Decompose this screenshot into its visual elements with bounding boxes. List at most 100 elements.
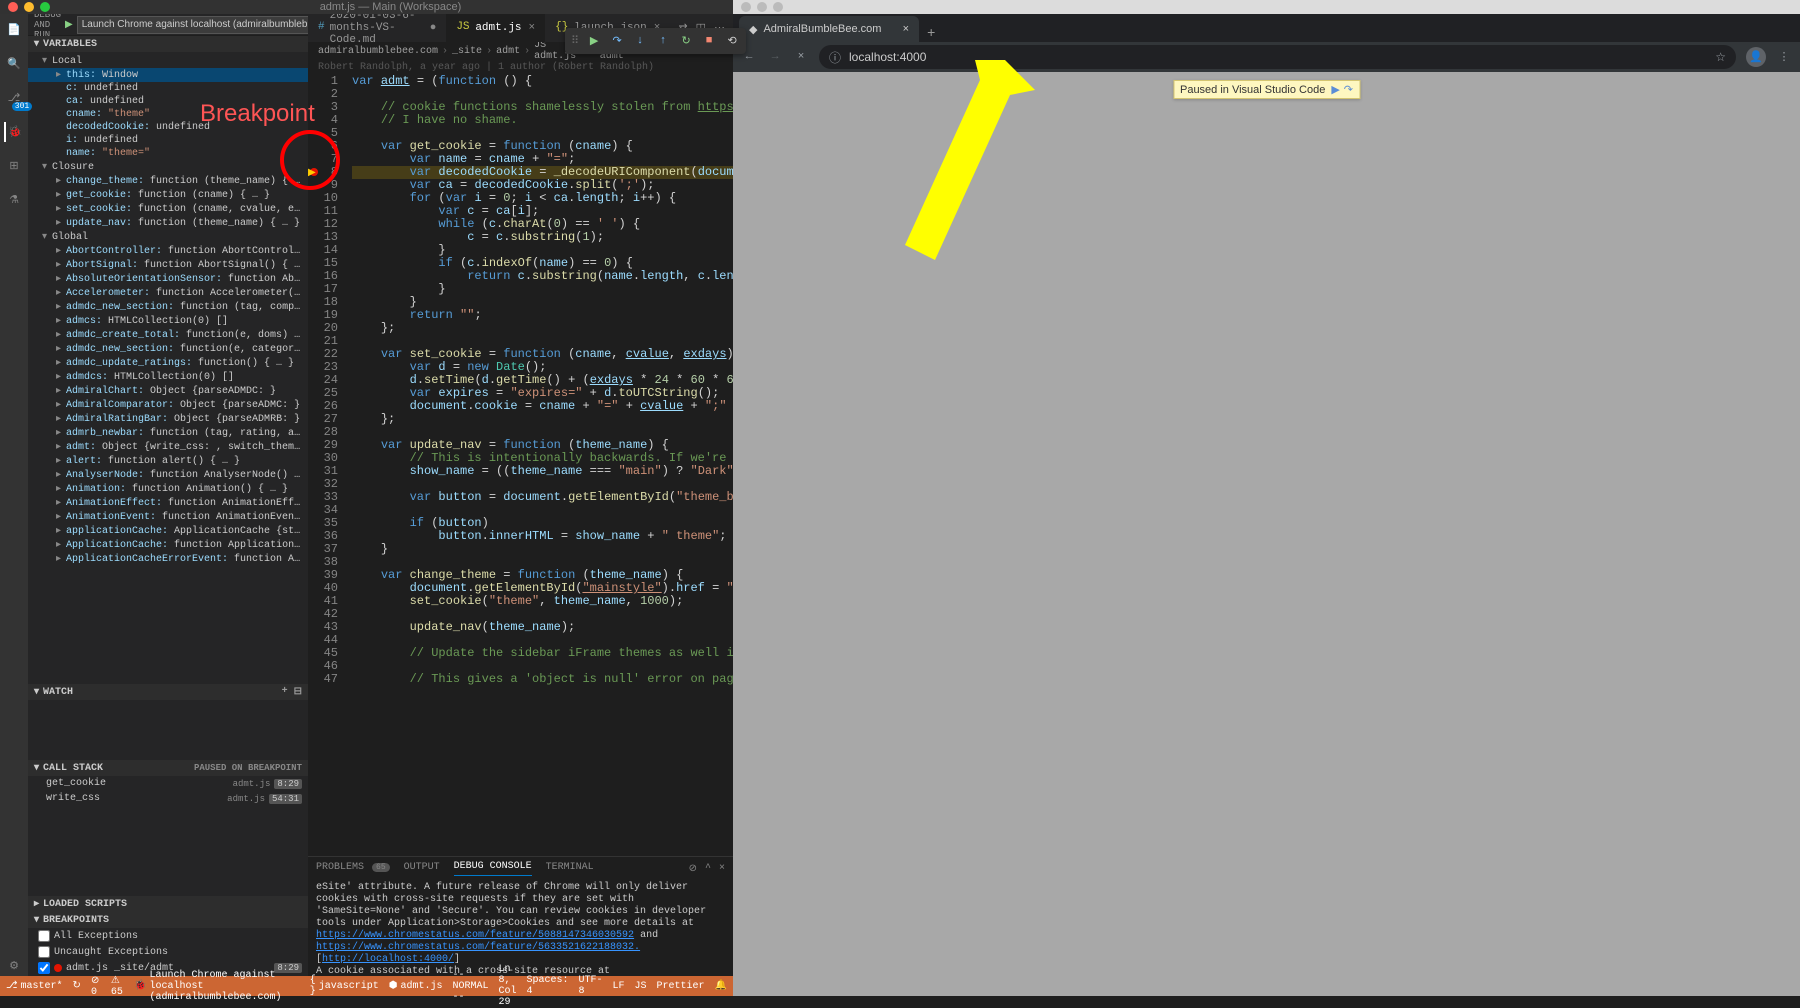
code-line[interactable]: }; — [352, 413, 733, 426]
variable-row[interactable]: ▸AbortSignal: function AbortSignal() { …… — [28, 258, 308, 272]
extensions-icon[interactable]: ⊞ — [4, 156, 24, 176]
callstack-section-header[interactable]: ▾CALL STACK PAUSED ON BREAKPOINT — [28, 760, 308, 776]
address-bar[interactable]: ⓘ localhost:4000 ☆ — [819, 45, 1736, 69]
eol-status[interactable]: LF — [613, 964, 625, 1008]
variable-row[interactable]: ▸admdc_create_total: function(e, doms) {… — [28, 328, 308, 342]
breadcrumb-item[interactable]: admt — [496, 46, 520, 57]
mac-minimize-button[interactable] — [24, 2, 34, 12]
problems-tab[interactable]: PROBLEMS 65 — [316, 862, 390, 876]
variable-row[interactable]: cname: "theme" — [28, 108, 308, 121]
site-info-icon[interactable]: ⓘ — [829, 49, 841, 66]
variable-row[interactable]: name: "theme=" — [28, 147, 308, 160]
bookmark-icon[interactable]: ☆ — [1715, 50, 1726, 64]
profile-avatar[interactable]: 👤 — [1746, 47, 1766, 67]
reload-button[interactable]: × — [793, 51, 809, 63]
callstack-frame[interactable]: write_cssadmt.js54:31 — [28, 791, 308, 806]
output-tab[interactable]: OUTPUT — [404, 862, 440, 876]
scope-global[interactable]: ▾Global — [28, 230, 308, 244]
variable-row[interactable]: ▸ApplicationCacheErrorEvent: function Ap… — [28, 552, 308, 566]
new-tab-button[interactable]: + — [919, 26, 943, 42]
browser-close-button[interactable] — [741, 2, 751, 12]
breakpoint-all-exceptions[interactable]: All Exceptions — [28, 928, 308, 944]
mac-close-button[interactable] — [8, 2, 18, 12]
variable-row[interactable]: ▸AdmiralComparator: Object {parseADMC: } — [28, 398, 308, 412]
variable-row[interactable]: ▸admrb_newbar: function (tag, rating, al… — [28, 426, 308, 440]
variable-row[interactable]: ▸admdcs: HTMLCollection(0) [] — [28, 370, 308, 384]
variable-row[interactable]: ▸AdmiralRatingBar: Object {parseADMRB: } — [28, 412, 308, 426]
uncaught-exceptions-checkbox[interactable] — [38, 946, 50, 958]
variable-row[interactable]: i: undefined — [28, 134, 308, 147]
variable-row[interactable]: c: undefined — [28, 82, 308, 95]
variable-row[interactable]: ▸get_cookie: function (cname) { … } — [28, 188, 308, 202]
encoding-status[interactable]: UTF-8 — [578, 964, 602, 1008]
variable-row[interactable]: ▸update_nav: function (theme_name) { … } — [28, 216, 308, 230]
overlay-step-icon[interactable]: ↷ — [1344, 83, 1353, 96]
code-line[interactable]: // This gives a 'object is null' error o… — [352, 673, 733, 686]
variable-row[interactable]: ▸ApplicationCache: function ApplicationC… — [28, 538, 308, 552]
filetype-status[interactable]: JS — [635, 964, 647, 1008]
code-line[interactable]: var button = document.getElementById("th… — [352, 491, 733, 504]
breadcrumb-item[interactable]: admiralbumblebee.com — [318, 46, 438, 57]
code-editor[interactable]: 12345678▶9101112131415161718192021222324… — [308, 75, 733, 856]
code-line[interactable]: set_cookie("theme", theme_name, 1000); — [352, 595, 733, 608]
variables-section-header[interactable]: ▾VARIABLES — [28, 36, 308, 52]
explorer-icon[interactable]: 📄 — [4, 20, 24, 40]
editor-tab[interactable]: JSadmt.js× — [446, 14, 545, 42]
variable-row[interactable]: ▸change_theme: function (theme_name) { …… — [28, 174, 308, 188]
breakpoints-section-header[interactable]: ▾BREAKPOINTS — [28, 912, 308, 928]
debug-session-status[interactable]: 🐞 Launch Chrome against localhost (admir… — [134, 970, 300, 1003]
line-number[interactable]: 47 — [308, 673, 338, 686]
language-status[interactable]: { } javascript — [310, 975, 379, 997]
start-debug-icon[interactable]: ▶ — [65, 19, 73, 31]
settings-gear-icon[interactable]: ⚙ — [4, 956, 24, 976]
browser-tab-close-icon[interactable]: × — [903, 23, 909, 35]
browser-maximize-button[interactable] — [773, 2, 783, 12]
warnings-status[interactable]: ⚠ 65 — [111, 975, 124, 998]
variable-row[interactable]: ▸alert: function alert() { … } — [28, 454, 308, 468]
variable-row[interactable]: ▸set_cookie: function (cname, cvalue, ex… — [28, 202, 308, 216]
clear-console-icon[interactable]: ⊘ — [689, 863, 697, 875]
callstack-frame[interactable]: get_cookieadmt.js8:29 — [28, 776, 308, 791]
code-line[interactable]: button.innerHTML = show_name + " theme"; — [352, 530, 733, 543]
breadcrumb-item[interactable]: _site — [452, 46, 482, 57]
debug-console-tab[interactable]: DEBUG CONSOLE — [454, 861, 532, 876]
code-line[interactable]: // Update the sidebar iFrame themes as w… — [352, 647, 733, 660]
breakpoint-checkbox[interactable] — [38, 962, 50, 974]
mac-maximize-button[interactable] — [40, 2, 50, 12]
code-line[interactable]: }; — [352, 322, 733, 335]
debug-toolbar[interactable]: ⠿ ▶ ↷ ↓ ↑ ↻ ■ ⟲ — [565, 28, 733, 54]
code-line[interactable]: return ""; — [352, 309, 733, 322]
variable-row[interactable]: decodedCookie: undefined — [28, 121, 308, 134]
variable-row[interactable]: ▸admt: Object {write_css: , switch_theme… — [28, 440, 308, 454]
debug-toolbar-grip-icon[interactable]: ⠿ — [569, 34, 581, 48]
all-exceptions-checkbox[interactable] — [38, 930, 50, 942]
restart-button[interactable]: ↻ — [676, 31, 696, 51]
variable-row[interactable]: ▸AnalyserNode: function AnalyserNode() {… — [28, 468, 308, 482]
debug-config-select[interactable]: Launch Chrome against localhost (admiral… — [77, 16, 308, 34]
forward-button[interactable]: → — [767, 51, 783, 63]
close-panel-icon[interactable]: × — [719, 863, 725, 875]
scope-closure[interactable]: ▾Closure — [28, 160, 308, 174]
code-line[interactable]: // I have no shame. — [352, 114, 733, 127]
maximize-panel-icon[interactable]: ^ — [705, 863, 711, 875]
variable-row[interactable]: ▸admdc_new_section: function(e, category… — [28, 342, 308, 356]
debug-reverse-icon[interactable]: ⟲ — [722, 31, 733, 51]
variable-row[interactable]: ▸AbortController: function AbortControll… — [28, 244, 308, 258]
variable-row[interactable]: ▸admdc_update_ratings: function() { … } — [28, 356, 308, 370]
collapse-watch-icon[interactable]: ⊟ — [294, 686, 302, 698]
variable-row[interactable]: ▸applicationCache: ApplicationCache {sta… — [28, 524, 308, 538]
variable-row[interactable]: ▸AnimationEffect: function AnimationEffe… — [28, 496, 308, 510]
git-branch-status[interactable]: ⎇ master* — [6, 980, 63, 992]
code-line[interactable]: var admt = (function () { — [352, 75, 733, 88]
code-line[interactable]: document.cookie = cname + "=" + cvalue +… — [352, 400, 733, 413]
browser-menu-icon[interactable]: ⋮ — [1776, 50, 1792, 64]
notifications-icon[interactable]: 🔔 — [715, 964, 727, 1008]
variable-row[interactable]: ▸AnimationEvent: function AnimationEvent… — [28, 510, 308, 524]
debug-icon[interactable]: 🐞 — [4, 122, 24, 142]
errors-status[interactable]: ⊘ 0 — [91, 975, 101, 998]
sync-status[interactable]: ↻ — [73, 980, 81, 992]
variable-row[interactable]: ▸Accelerometer: function Accelerometer()… — [28, 286, 308, 300]
variable-row[interactable]: ca: undefined — [28, 95, 308, 108]
debug-console-output[interactable]: eSite' attribute. A future release of Ch… — [308, 880, 733, 976]
variable-row[interactable]: ▸AdmiralChart: Object {parseADMDC: } — [28, 384, 308, 398]
